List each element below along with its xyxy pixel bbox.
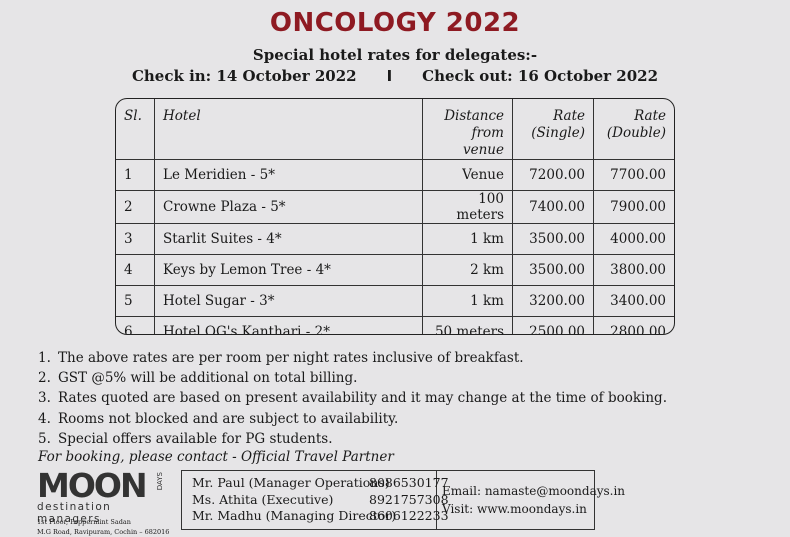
cell-distance: 1 km [422,285,513,317]
cell-rate-double: 7700.00 [593,159,674,191]
contact-box: Mr. Paul (Manager Operations) 8086530177 … [181,470,625,530]
cell-sl: 6 [116,316,155,334]
cell-rate-single: 7400.00 [512,190,594,224]
header-distance-line1: Distance [444,108,504,124]
booking-note: For booking, please contact - Official T… [38,449,394,465]
cell-sl: 4 [116,254,155,286]
subtitle: Special hotel rates for delegates:- [252,46,538,64]
header-distance: Distance from venue [422,99,513,160]
logo-brand: MOON [37,466,148,505]
header-rate-single: Rate (Single) [512,99,594,160]
cell-rate-single: 3500.00 [512,254,594,286]
note-item: 4. Rooms not blocked and are subject to a… [38,409,667,429]
contact-phone[interactable]: 8086530177 [369,475,449,492]
cell-rate-single: 3200.00 [512,285,594,317]
address-line-1: 1st Floor, Peppermint Sadan [37,518,131,526]
contact-row: Mr. Madhu (Managing Director) 8606122233 [192,508,449,525]
contact-name: Mr. Madhu (Managing Director) [192,508,397,523]
cell-sl: 2 [116,190,155,224]
header-rate-double-line1: Rate [634,108,666,124]
header-hotel: Hotel [154,99,423,160]
note-number: 2. [38,370,51,387]
note-text: The above rates are per room per night r… [58,350,524,366]
cell-distance: 1 km [422,223,513,255]
cell-rate-double: 2800.00 [610,324,666,335]
cell-rate-double: 3800.00 [593,254,674,286]
contact-phone[interactable]: 8606122233 [369,508,449,525]
moondays-logo: MOON DAYS destination managers 1st Floor… [37,466,177,537]
note-item: 1. The above rates are per room per night… [38,348,667,368]
notes-list: 1. The above rates are per room per night… [38,348,667,449]
contact-people: Mr. Paul (Manager Operations) 8086530177 … [182,471,449,529]
note-item: 2. GST @5% will be additional on total bi… [38,368,667,388]
cell-hotel: Le Meridien - 5* [154,159,423,191]
check-in: Check in: 14 October 2022 [131,67,357,85]
note-text: GST @5% will be additional on total bill… [58,370,358,387]
cell-hotel: Crowne Plaza - 5* [154,190,423,224]
cell-rate-double: 4000.00 [593,223,674,255]
note-text: Rates quoted are based on present availa… [58,390,667,407]
table-row: 5 Hotel Sugar - 3* 1 km 3200.00 3400.00 [116,285,674,317]
address-line-2: M.G Road, Ravipuram, Cochin – 682016 [37,528,170,536]
note-item: 3. Rates quoted are based on present avai… [38,388,667,408]
header-distance-line2: from venue [463,125,504,158]
cell-sl: 5 [116,285,155,317]
table-row: 2 Crowne Plaza - 5* 100 meters 7400.00 7… [116,190,674,224]
cell-distance: 2 km [422,254,513,286]
website-link[interactable]: Visit: www.moondays.in [442,500,625,518]
note-text: Special offers available for PG students… [58,430,333,447]
table-row: 3 Starlit Suites - 4* 1 km 3500.00 4000.… [116,223,674,255]
cell-hotel: Keys by Lemon Tree - 4* [154,254,423,286]
contact-row: Mr. Paul (Manager Operations) 8086530177 [192,475,449,492]
logo-days: DAYS [156,472,164,491]
contact-online: Email: namaste@moondays.in Visit: www.mo… [442,482,625,518]
cell-distance: Venue [422,159,513,191]
cell-distance: 50 meters [422,316,513,334]
table-row: 4 Keys by Lemon Tree - 4* 2 km 3500.00 3… [116,254,674,286]
contact-name: Ms. Athita (Executive) [192,491,334,507]
separator: I [386,67,393,85]
note-number: 4. [38,410,51,427]
cell-hotel: Hotel OG's Kanthari - 2* [154,316,423,334]
cell-hotel: Hotel Sugar - 3* [154,285,423,317]
cell-rate-single: 7200.00 [512,159,594,191]
cell-hotel: Starlit Suites - 4* [154,223,423,255]
cell-distance: 100 meters [422,190,513,224]
header-rate-double-line2: (Double) [606,125,666,141]
note-number: 5. [38,430,51,447]
note-number: 3. [38,390,51,407]
header-sl: Sl. [116,99,155,160]
cell-rate-double: 3400.00 [593,285,674,317]
note-text: Rooms not blocked and are subject to ava… [58,410,399,427]
table-row: 1 Le Meridien - 5* Venue 7200.00 7700.00 [116,159,674,191]
email-link[interactable]: Email: namaste@moondays.in [442,482,625,500]
hotel-rates-table: Sl. Hotel Distance from venue Rate (Single… [115,98,675,335]
contact-name: Mr. Paul (Manager Operations) [192,475,390,490]
note-item: 5. Special offers available for PG studen… [38,429,667,449]
header-rate-single-line2: (Single) [531,125,585,141]
cell-sl: 1 [116,159,155,191]
contact-row: Ms. Athita (Executive) 8921757308 [192,491,449,509]
contact-phone[interactable]: 8921757308 [369,492,449,509]
page-title: ONCOLOGY 2022 [269,8,521,38]
header-rate-double: Rate (Double) [593,99,674,160]
cell-rate-double: 7900.00 [593,190,674,224]
cell-rate-single: 2500.00 [512,316,594,334]
check-out: Check out: 16 October 2022 [422,67,659,85]
cell-sl: 3 [116,223,155,255]
table-row: 6 Hotel OG's Kanthari - 2* 50 meters 250… [116,316,674,335]
note-number: 1. [38,350,51,366]
cell-rate-single: 3500.00 [512,223,594,255]
check-dates: Check in: 14 October 2022 I Check out: 16 … [0,67,790,85]
header-rate-single-line1: Rate [553,108,585,124]
table-header-row: Sl. Hotel Distance from venue Rate (Single… [116,99,674,160]
